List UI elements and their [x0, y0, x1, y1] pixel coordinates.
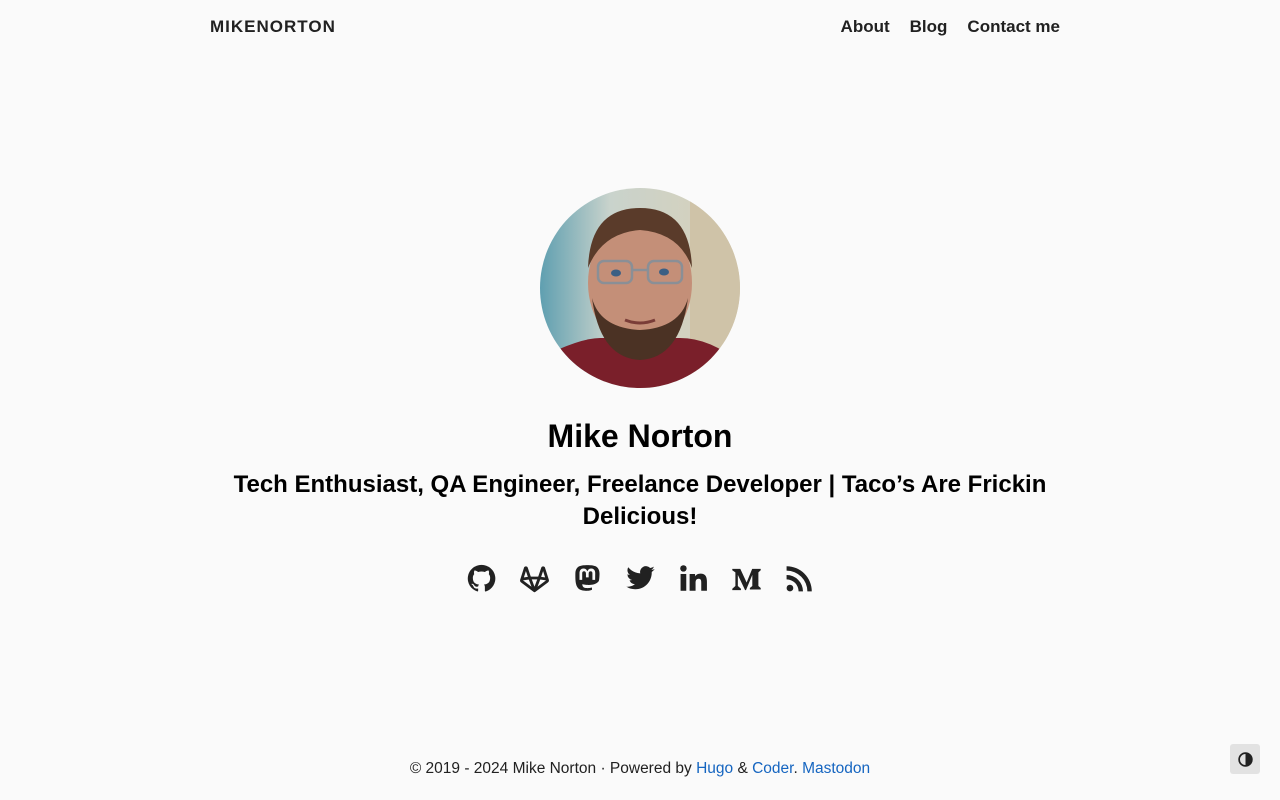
github-link[interactable]	[466, 563, 497, 594]
profile-section: Mike Norton Tech Enthusiast, QA Engineer…	[0, 188, 1280, 594]
gitlab-icon	[519, 566, 549, 593]
profile-name: Mike Norton	[547, 418, 733, 454]
github-icon	[467, 564, 495, 592]
mastodon-link[interactable]	[572, 563, 603, 594]
footer-dot: .	[793, 760, 803, 777]
avatar	[540, 188, 740, 388]
contrast-icon	[1237, 751, 1253, 767]
twitter-link[interactable]	[625, 563, 656, 594]
nav-about-link[interactable]: About	[841, 17, 890, 37]
site-brand-link[interactable]: MIKENORTON	[210, 17, 336, 37]
mastodon-icon	[574, 565, 600, 591]
navbar: MIKENORTON About Blog Contact me	[0, 0, 1280, 54]
rss-link[interactable]	[784, 563, 815, 594]
nav-blog-link[interactable]: Blog	[910, 17, 948, 37]
gitlab-link[interactable]	[519, 563, 550, 594]
footer-ampersand: &	[733, 760, 753, 777]
linkedin-icon	[679, 565, 707, 591]
linkedin-link[interactable]	[678, 563, 709, 594]
nav-contact-link[interactable]: Contact me	[967, 17, 1060, 37]
coder-link[interactable]: Coder	[752, 760, 793, 777]
profile-photo	[540, 188, 740, 388]
twitter-icon	[625, 566, 655, 590]
medium-link[interactable]	[731, 563, 762, 594]
mastodon-footer-link[interactable]: Mastodon	[802, 760, 870, 777]
theme-toggle-button[interactable]	[1230, 744, 1260, 774]
rss-icon	[786, 566, 812, 592]
footer: © 2019 - 2024 Mike Norton · Powered by H…	[0, 760, 1280, 778]
profile-tagline: Tech Enthusiast, QA Engineer, Freelance …	[233, 471, 1047, 530]
nav-links: About Blog Contact me	[841, 17, 1060, 37]
medium-icon	[731, 568, 761, 591]
footer-copyright: © 2019 - 2024 Mike Norton · Powered by	[409, 760, 697, 777]
social-links	[0, 563, 1280, 594]
hugo-link[interactable]: Hugo	[696, 760, 733, 777]
